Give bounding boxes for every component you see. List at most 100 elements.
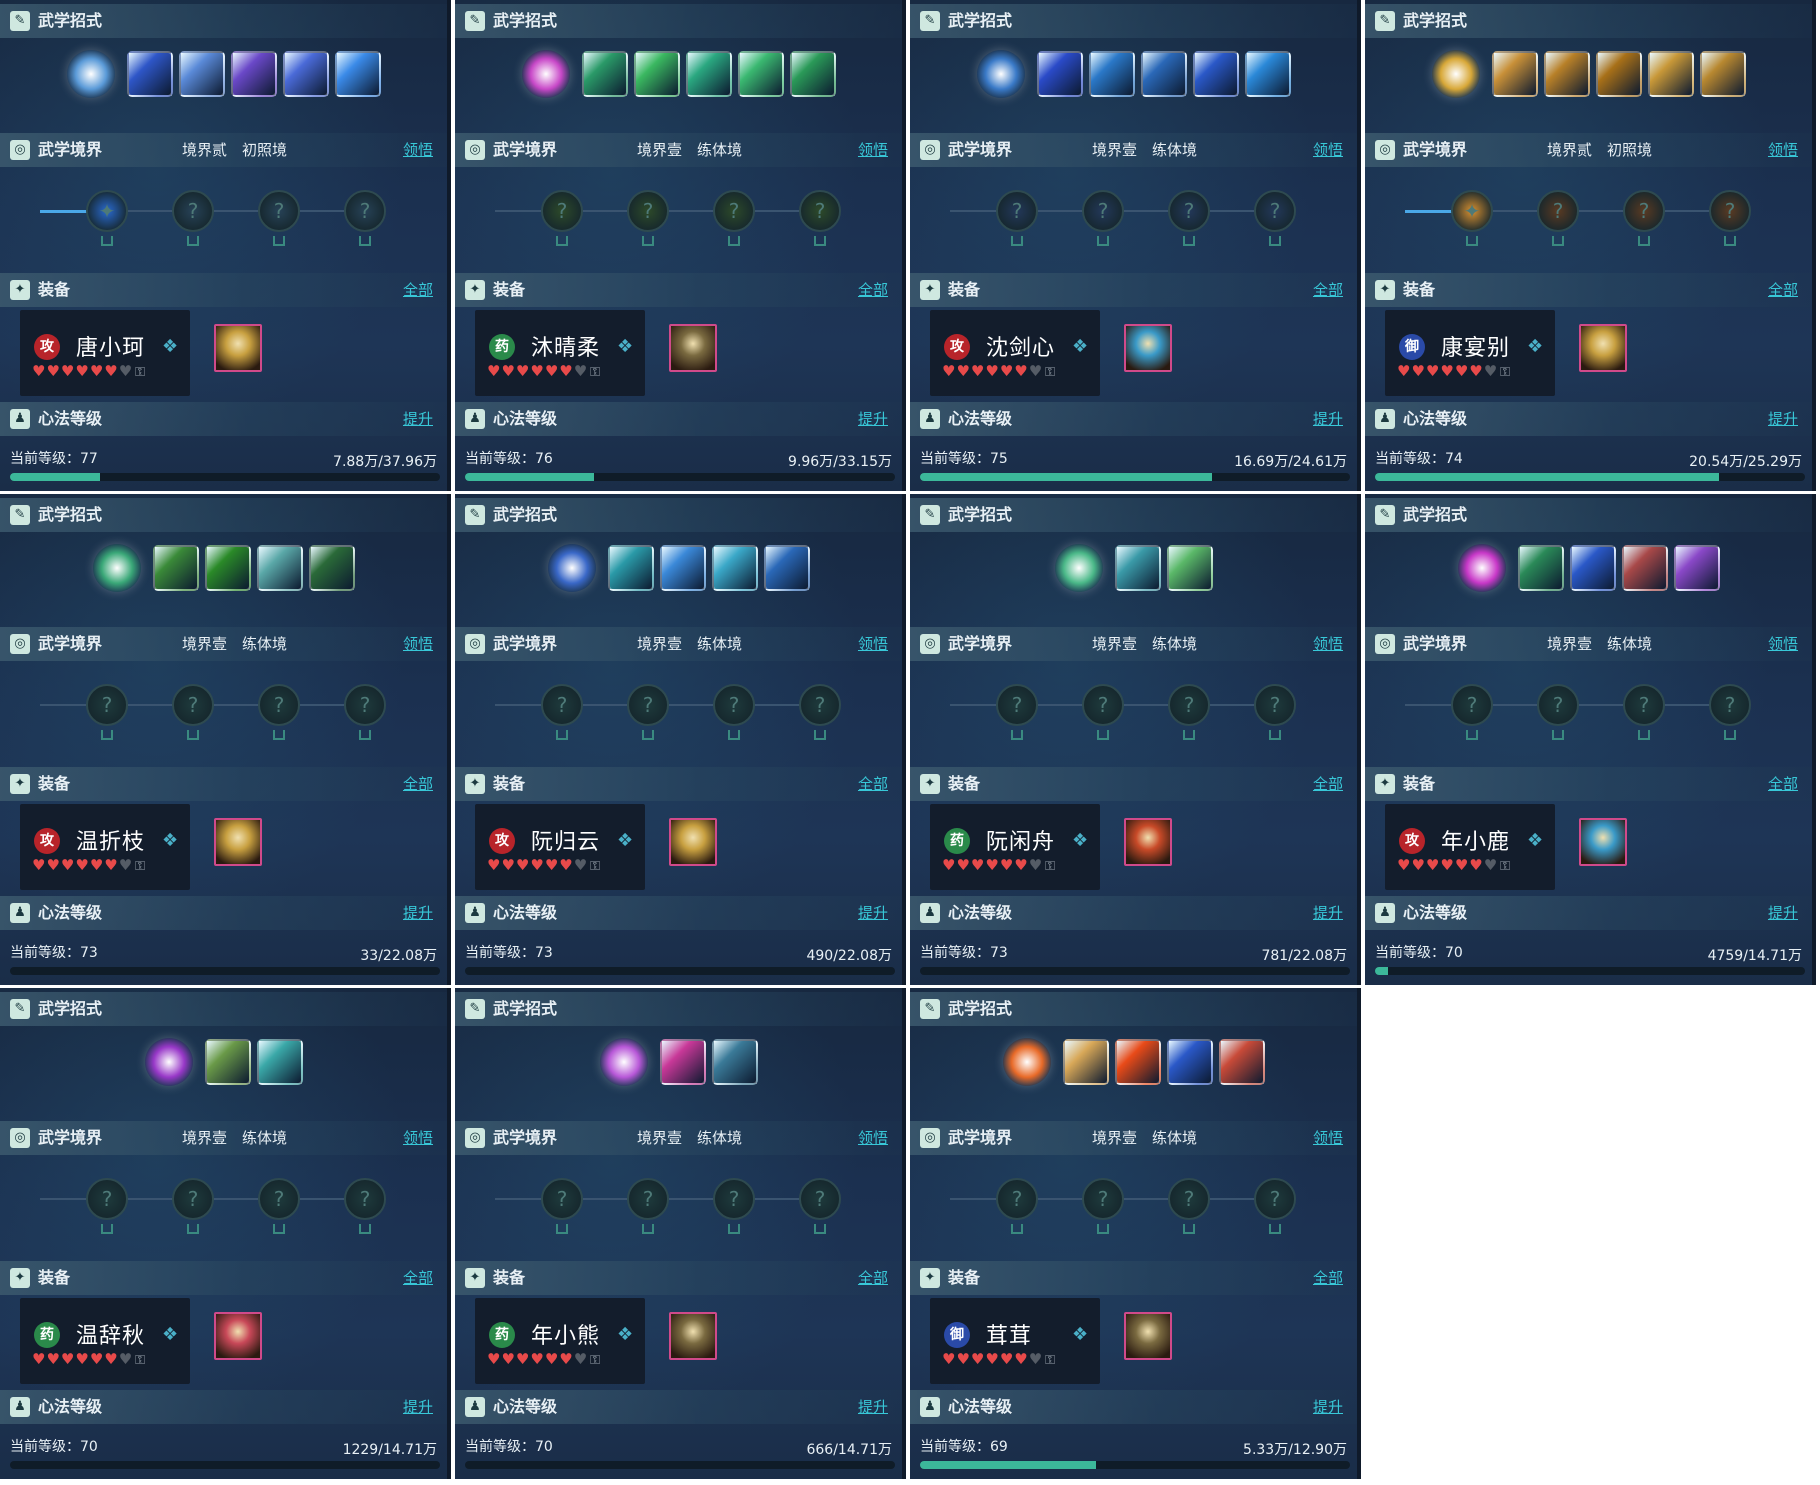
equip-all-link[interactable]: 全部 xyxy=(1768,767,1798,801)
skill-icon[interactable] xyxy=(1244,51,1291,97)
realm-comprehend-link[interactable]: 领悟 xyxy=(403,1121,433,1155)
skill-icon[interactable] xyxy=(1166,545,1213,591)
character-card[interactable]: 御茸茸 ❖ ♥♥♥♥♥♥♥ ⚿ xyxy=(930,1298,1100,1384)
gear-slot-icon[interactable] xyxy=(669,818,717,866)
realm-node-icon[interactable]: ? xyxy=(996,1178,1038,1220)
skill-icon[interactable] xyxy=(230,51,277,97)
realm-node-icon[interactable]: ? xyxy=(799,190,841,232)
heart-upgrade-link[interactable]: 提升 xyxy=(1768,402,1798,436)
gear-slot-icon[interactable] xyxy=(214,324,262,372)
realm-node-icon[interactable]: ? xyxy=(799,1178,841,1220)
equip-all-link[interactable]: 全部 xyxy=(403,273,433,307)
realm-node-icon[interactable]: ? xyxy=(713,1178,755,1220)
heart-upgrade-link[interactable]: 提升 xyxy=(858,402,888,436)
character-card[interactable]: 药沐晴柔 ❖ ♥♥♥♥♥♥♥ ⚿ xyxy=(475,310,645,396)
gear-slot-icon[interactable] xyxy=(214,818,262,866)
realm-node-icon[interactable]: ? xyxy=(1451,684,1493,726)
realm-node-icon[interactable]: ? xyxy=(1254,684,1296,726)
skill-icon[interactable] xyxy=(737,51,784,97)
realm-node-icon[interactable]: ? xyxy=(996,190,1038,232)
skill-icon[interactable] xyxy=(607,545,654,591)
realm-node-icon[interactable]: ? xyxy=(541,684,583,726)
skill-icon[interactable] xyxy=(1088,51,1135,97)
realm-node-icon[interactable]: ? xyxy=(86,684,128,726)
realm-node-icon[interactable]: ? xyxy=(1623,190,1665,232)
heart-upgrade-link[interactable]: 提升 xyxy=(403,1390,433,1424)
skill-icon[interactable] xyxy=(308,545,355,591)
heart-upgrade-link[interactable]: 提升 xyxy=(1313,1390,1343,1424)
realm-node-icon[interactable]: ? xyxy=(258,684,300,726)
skill-icon[interactable] xyxy=(1543,51,1590,97)
skill-icon[interactable] xyxy=(789,51,836,97)
skill-icon[interactable] xyxy=(1036,51,1083,97)
skill-icon[interactable] xyxy=(633,51,680,97)
realm-node-icon[interactable]: ? xyxy=(627,1178,669,1220)
skill-icon[interactable] xyxy=(126,51,173,97)
gear-slot-icon[interactable] xyxy=(1579,818,1627,866)
skill-icon[interactable] xyxy=(1517,545,1564,591)
skill-icon[interactable] xyxy=(1140,51,1187,97)
character-card[interactable]: 攻唐小珂 ❖ ♥♥♥♥♥♥♥ ⚿ xyxy=(20,310,190,396)
equip-all-link[interactable]: 全部 xyxy=(1768,273,1798,307)
skill-main-icon[interactable] xyxy=(1002,1038,1051,1086)
skill-main-icon[interactable] xyxy=(92,544,141,592)
skill-icon[interactable] xyxy=(282,51,329,97)
equip-all-link[interactable]: 全部 xyxy=(1313,273,1343,307)
heart-upgrade-link[interactable]: 提升 xyxy=(403,402,433,436)
skill-icon[interactable] xyxy=(1114,545,1161,591)
skill-main-icon[interactable] xyxy=(1457,544,1506,592)
character-card[interactable]: 御康宴别 ❖ ♥♥♥♥♥♥♥ ⚿ xyxy=(1385,310,1555,396)
skill-icon[interactable] xyxy=(659,545,706,591)
equip-all-link[interactable]: 全部 xyxy=(858,767,888,801)
realm-node-icon[interactable]: ? xyxy=(1537,190,1579,232)
skill-icon[interactable] xyxy=(711,545,758,591)
skill-main-icon[interactable] xyxy=(66,50,115,98)
realm-comprehend-link[interactable]: 领悟 xyxy=(858,133,888,167)
realm-node-icon[interactable]: ? xyxy=(1254,1178,1296,1220)
realm-node-icon[interactable]: ? xyxy=(713,190,755,232)
skill-icon[interactable] xyxy=(763,545,810,591)
skill-icon[interactable] xyxy=(685,51,732,97)
skill-icon[interactable] xyxy=(1673,545,1720,591)
character-card[interactable]: 药年小熊 ❖ ♥♥♥♥♥♥♥ ⚿ xyxy=(475,1298,645,1384)
gear-slot-icon[interactable] xyxy=(214,1312,262,1360)
skill-icon[interactable] xyxy=(659,1039,706,1085)
realm-node-icon[interactable]: ? xyxy=(1082,1178,1124,1220)
realm-comprehend-link[interactable]: 领悟 xyxy=(1313,627,1343,661)
realm-node-icon[interactable]: ? xyxy=(1623,684,1665,726)
realm-comprehend-link[interactable]: 领悟 xyxy=(403,133,433,167)
skill-icon[interactable] xyxy=(711,1039,758,1085)
realm-comprehend-link[interactable]: 领悟 xyxy=(858,627,888,661)
equip-all-link[interactable]: 全部 xyxy=(858,273,888,307)
realm-node-icon[interactable]: ? xyxy=(1168,1178,1210,1220)
skill-main-icon[interactable] xyxy=(1054,544,1103,592)
heart-upgrade-link[interactable]: 提升 xyxy=(858,896,888,930)
gear-slot-icon[interactable] xyxy=(1124,818,1172,866)
skill-icon[interactable] xyxy=(1647,51,1694,97)
equip-all-link[interactable]: 全部 xyxy=(403,767,433,801)
realm-comprehend-link[interactable]: 领悟 xyxy=(403,627,433,661)
skill-icon[interactable] xyxy=(1699,51,1746,97)
skill-icon[interactable] xyxy=(204,1039,251,1085)
skill-main-icon[interactable] xyxy=(521,50,570,98)
skill-main-icon[interactable] xyxy=(1431,50,1480,98)
realm-node-icon[interactable]: ? xyxy=(1254,190,1296,232)
realm-comprehend-link[interactable]: 领悟 xyxy=(858,1121,888,1155)
realm-node-icon[interactable]: ? xyxy=(713,684,755,726)
skill-icon[interactable] xyxy=(1621,545,1668,591)
realm-node-icon[interactable]: ? xyxy=(172,190,214,232)
skill-icon[interactable] xyxy=(334,51,381,97)
skill-icon[interactable] xyxy=(256,545,303,591)
realm-node-icon[interactable]: ? xyxy=(172,1178,214,1220)
equip-all-link[interactable]: 全部 xyxy=(403,1261,433,1295)
realm-node-icon[interactable]: ? xyxy=(344,1178,386,1220)
character-card[interactable]: 药温辞秋 ❖ ♥♥♥♥♥♥♥ ⚿ xyxy=(20,1298,190,1384)
skill-icon[interactable] xyxy=(1569,545,1616,591)
realm-node-icon[interactable]: ✦ xyxy=(1451,190,1493,232)
skill-main-icon[interactable] xyxy=(547,544,596,592)
realm-comprehend-link[interactable]: 领悟 xyxy=(1768,627,1798,661)
gear-slot-icon[interactable] xyxy=(1579,324,1627,372)
heart-upgrade-link[interactable]: 提升 xyxy=(1313,896,1343,930)
skill-icon[interactable] xyxy=(178,51,225,97)
realm-comprehend-link[interactable]: 领悟 xyxy=(1313,133,1343,167)
